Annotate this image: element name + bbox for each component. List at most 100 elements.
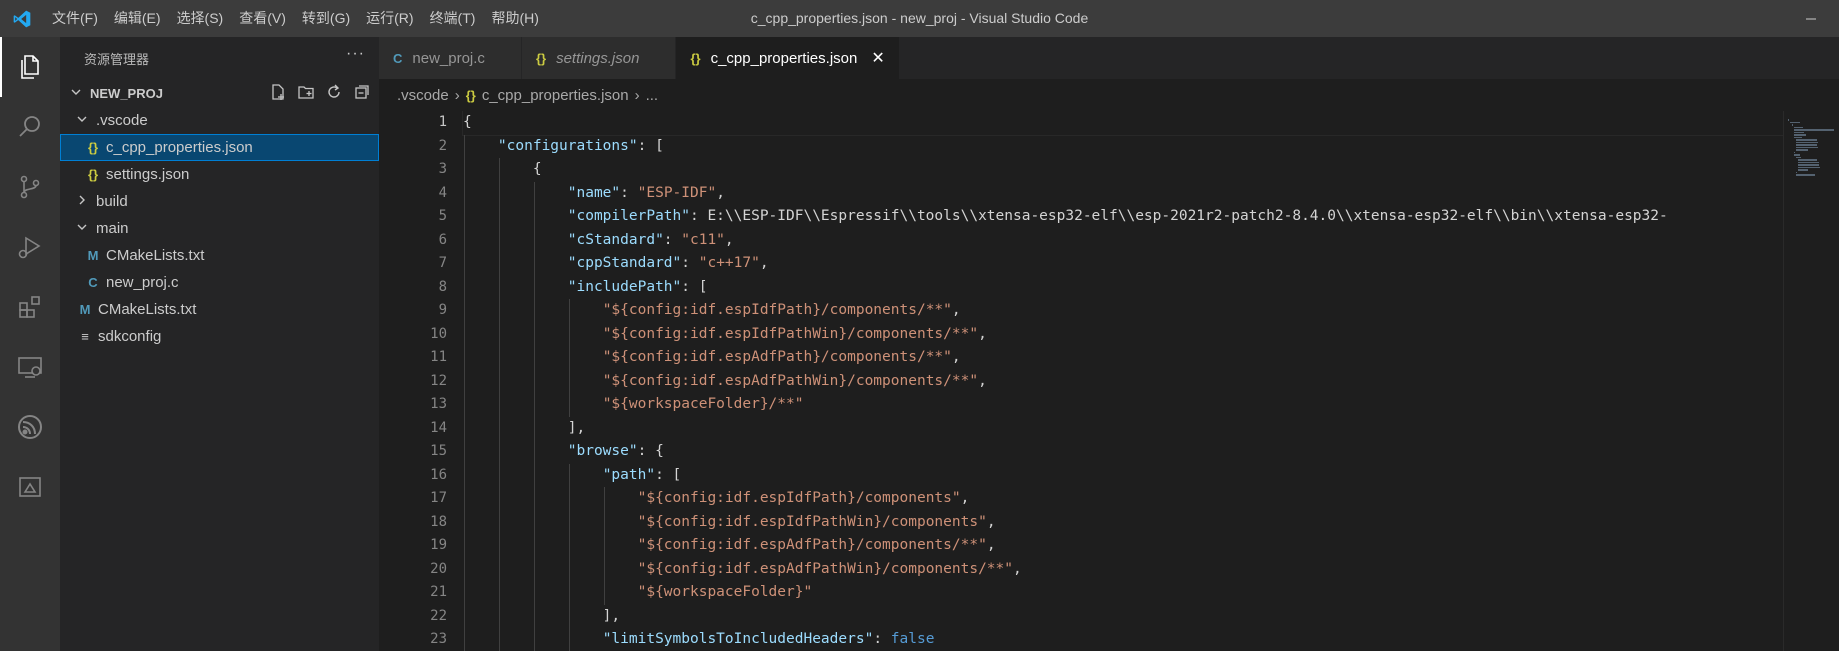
minimap-line (1794, 131, 1804, 133)
menu-item[interactable]: 查看(V) (231, 0, 294, 37)
menu-item[interactable]: 终端(T) (422, 0, 484, 37)
tree-item[interactable]: {} c_cpp_properties.json (60, 134, 379, 161)
code-line[interactable]: "cStandard": "c11", (463, 228, 1783, 252)
explorer-sidebar: 资源管理器 ··· NEW_PROJ .vscode {} c_cpp_proper… (60, 37, 379, 651)
line-number: 9 (438, 302, 447, 318)
line-number: 22 (430, 607, 447, 624)
minimap-line (1798, 161, 1819, 163)
json-file-icon: {} (87, 140, 99, 155)
tree-item[interactable]: ≡ sdkconfig (60, 323, 379, 350)
minimap-line (1792, 124, 1793, 126)
explorer-header: 资源管理器 ··· (60, 37, 379, 79)
menu-item[interactable]: 选择(S) (169, 0, 232, 37)
breadcrumb-tail[interactable]: ... (646, 87, 659, 104)
minimap-line (1798, 159, 1817, 161)
tree-item[interactable]: .vscode (60, 107, 379, 134)
chevron-down-icon (74, 113, 90, 128)
breadcrumb-folder[interactable]: .vscode (397, 87, 449, 104)
minimap[interactable] (1783, 111, 1839, 651)
line-number: 3 (438, 161, 447, 177)
code-line[interactable]: "${config:idf.espIdfPath}/components/**"… (463, 299, 1783, 323)
espressif-icon[interactable] (0, 397, 60, 457)
collapse-all-icon[interactable] (353, 83, 371, 104)
editor-tab[interactable]: {} settings.json (521, 37, 677, 79)
chevron-right-icon (74, 194, 90, 209)
tab-label: c_cpp_properties.json (710, 49, 858, 67)
minimap-line (1790, 121, 1800, 123)
source-control-icon[interactable] (0, 157, 60, 217)
line-numbers: 1 2 3 4 5 6 7 8 9 10 11 12 13 14 15 16 17 18 19 20 21 22 23 (379, 111, 449, 651)
explorer-icon[interactable] (0, 37, 60, 97)
code-line[interactable]: "configurations": [ (463, 134, 1783, 158)
editor-tab[interactable]: {} c_cpp_properties.json ✕ (676, 37, 900, 79)
code-area[interactable]: { "configurations": [ { "name": "ESP-IDF… (462, 111, 1783, 651)
code-line[interactable]: "${workspaceFolder}" (463, 581, 1783, 605)
breadcrumb-file[interactable]: c_cpp_properties.json (482, 87, 629, 104)
code-line[interactable]: "${config:idf.espAdfPathWin}/components/… (463, 369, 1783, 393)
code-line[interactable]: "${config:idf.espAdfPathWin}/components/… (463, 557, 1783, 581)
remote-explorer-icon[interactable] (0, 337, 60, 397)
tree-item[interactable]: main (60, 215, 379, 242)
minimap-line (1796, 146, 1818, 148)
code-line[interactable]: "${config:idf.espAdfPath}/components/**"… (463, 534, 1783, 558)
new-folder-icon[interactable] (297, 83, 315, 104)
tree-item[interactable]: M CMakeLists.txt (60, 296, 379, 323)
menu-item[interactable]: 编辑(E) (106, 0, 169, 37)
minimap-line (1796, 171, 1797, 173)
line-number: 14 (430, 419, 447, 436)
close-icon[interactable]: ✕ (871, 48, 884, 68)
menu-item[interactable]: 运行(R) (358, 0, 421, 37)
code-line[interactable]: "name": "ESP-IDF", (463, 181, 1783, 205)
code-line[interactable]: "path": [ (463, 463, 1783, 487)
line-number: 16 (430, 466, 447, 483)
project-header[interactable]: NEW_PROJ (60, 79, 379, 107)
line-number: 11 (430, 349, 447, 365)
code-line[interactable]: "browse": { (463, 440, 1783, 464)
menu-item[interactable]: 文件(F) (44, 0, 106, 37)
code-line[interactable]: "cppStandard": "c++17", (463, 252, 1783, 276)
editor-tab[interactable]: Cnew_proj.c (379, 37, 522, 79)
code-line[interactable]: "compilerPath": E:\\ESP-IDF\\Espressif\\… (463, 205, 1783, 229)
code-line[interactable]: { (463, 158, 1783, 182)
code-line[interactable]: "${workspaceFolder}/**" (463, 393, 1783, 417)
search-icon[interactable] (0, 97, 60, 157)
code-line[interactable]: ], (463, 416, 1783, 440)
line-number: 7 (438, 255, 447, 271)
menu-item[interactable]: 转到(G) (294, 0, 358, 37)
cmake-file-icon: M (87, 248, 99, 263)
project-name: NEW_PROJ (90, 85, 163, 101)
run-debug-icon[interactable] (0, 217, 60, 277)
new-file-icon[interactable] (269, 83, 287, 104)
tree-item[interactable]: M CMakeLists.txt (60, 242, 379, 269)
code-line[interactable]: { (462, 111, 1783, 136)
code-line[interactable]: "${config:idf.espIdfPathWin}/components/… (463, 322, 1783, 346)
line-number: 15 (430, 443, 447, 459)
minimize-icon[interactable] (1783, 0, 1839, 37)
tree-item[interactable]: Cnew_proj.c (60, 269, 379, 296)
code-line[interactable]: "${config:idf.espAdfPath}/components/**"… (463, 346, 1783, 370)
tree-item-label: new_proj.c (106, 274, 179, 291)
minimap-line (1788, 119, 1789, 121)
extensions-icon[interactable] (0, 277, 60, 337)
minimap-line (1796, 149, 1808, 151)
code-line[interactable]: "includePath": [ (463, 275, 1783, 299)
minimap-line (1798, 166, 1820, 168)
breadcrumb: .vscode › {} c_cpp_properties.json › ... (379, 79, 1839, 111)
tree-item[interactable]: build (60, 188, 379, 215)
line-number: 18 (430, 513, 447, 530)
tree-item[interactable]: {} settings.json (60, 161, 379, 188)
tree-item-label: sdkconfig (98, 328, 162, 345)
json-file-icon: {} (535, 50, 547, 66)
idf-app-icon[interactable] (0, 457, 60, 517)
file-tree: .vscode {} c_cpp_properties.json {} settings… (60, 107, 379, 350)
code-line[interactable]: "${config:idf.espIdfPathWin}/components"… (463, 510, 1783, 534)
refresh-icon[interactable] (325, 83, 343, 104)
code-line[interactable]: ], (463, 604, 1783, 628)
menu-item[interactable]: 帮助(H) (483, 0, 546, 37)
text-file-icon: ≡ (81, 329, 89, 344)
activity-bar (0, 37, 60, 651)
more-actions-icon[interactable]: ··· (346, 45, 365, 63)
code-line[interactable]: "limitSymbolsToIncludedHeaders": false (463, 628, 1783, 651)
code-editor[interactable]: 1 2 3 4 5 6 7 8 9 10 11 12 13 14 15 16 17 18 19 20 21 22 23 { … (379, 111, 1783, 651)
code-line[interactable]: "${config:idf.espIdfPath}/components", (463, 487, 1783, 511)
